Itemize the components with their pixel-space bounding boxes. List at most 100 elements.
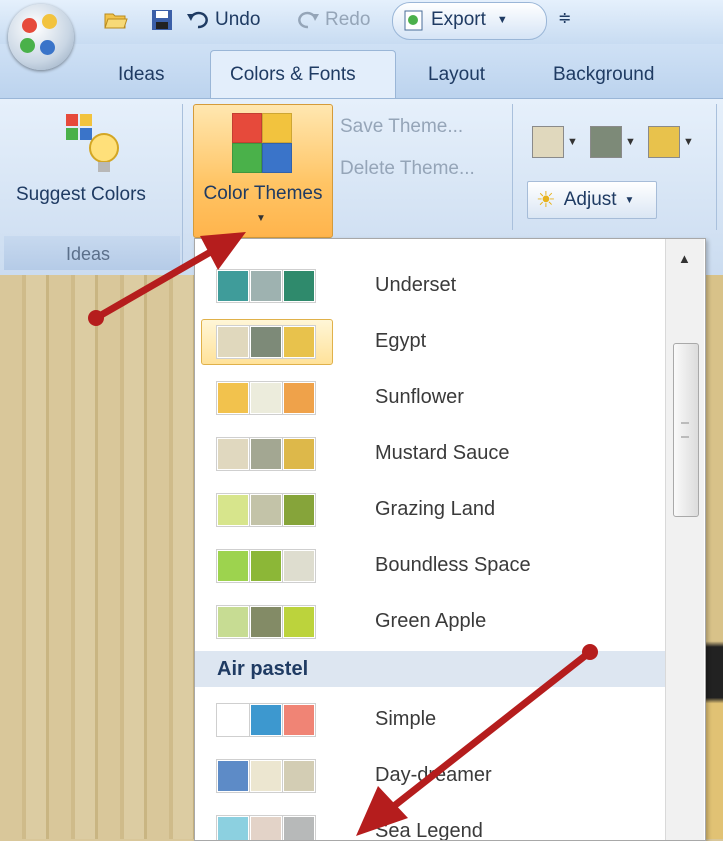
canvas-edge [704,274,723,839]
swatch-2 [249,549,283,583]
palette-dot-red-icon [22,18,37,33]
swatch-1 [216,549,250,583]
color-2-swatch [590,126,622,158]
theme-swatches [216,269,316,303]
color-3-swatch [648,126,680,158]
export-document-icon [404,10,423,31]
ideas-group-label: Ideas [66,244,111,264]
color-themes-button[interactable]: Color Themes ▼ [193,104,333,238]
export-button[interactable]: Export ▼ [402,6,508,34]
theme-name: Underset [375,274,457,296]
swatch-1 [216,605,250,639]
adjust-label: Adjust [563,189,617,210]
swatch-3 [282,605,316,639]
undo-button[interactable]: Undo [186,6,260,34]
swatch-3 [282,759,316,793]
scroll-thumb[interactable] [673,343,699,517]
suggest-colors-button[interactable]: Suggest Colors [10,104,174,232]
theme-swatches [216,759,316,793]
theme-swatches [216,493,316,527]
theme-row-grazing-land[interactable]: Grazing Land [195,481,663,537]
theme-row-green-apple[interactable]: Green Apple [195,593,663,649]
theme-swatch-green-icon [232,143,262,173]
swatch-1 [216,381,250,415]
chevron-down-icon: ▼ [624,194,635,206]
export-label: Export [431,9,486,30]
swatch-3 [282,437,316,471]
group-divider [716,104,717,230]
theme-name: Sunflower [375,386,464,408]
swatch-2 [249,269,283,303]
sun-icon: ☀ [536,187,556,212]
color-1-picker[interactable]: ▼ [532,124,578,160]
theme-name: Boundless Space [375,554,531,576]
folder-open-icon [104,13,128,29]
swatch-3 [282,325,316,359]
undo-icon [187,11,208,29]
theme-swatch-blue-icon [262,143,292,173]
swatch-2 [249,703,283,737]
swatch-2 [249,325,283,359]
save-theme-menu-item[interactable]: Save Theme... [340,116,463,138]
tab-background[interactable]: Background [553,64,654,86]
swatch-2 [249,759,283,793]
theme-row-sunflower[interactable]: Sunflower [195,369,663,425]
grip-icon [681,422,689,438]
wood-background [0,274,194,839]
customize-toolbar-icon[interactable]: ≑ [558,8,571,28]
redo-button[interactable]: Redo [296,6,370,34]
theme-row-boundless-space[interactable]: Boundless Space [195,537,663,593]
swatch-1 [216,815,250,840]
lightbulb-palette-icon [66,114,119,172]
swatch-2 [249,493,283,527]
theme-name: Simple [375,708,437,730]
swatch-2 [249,815,283,840]
delete-theme-menu-item[interactable]: Delete Theme... [340,158,475,180]
adjust-button[interactable]: ☀ Adjust ▼ [527,181,657,219]
tab-layout[interactable]: Layout [428,64,485,86]
theme-name: Sea Legend [375,820,483,841]
tab-ideas[interactable]: Ideas [118,64,164,86]
chevron-down-icon: ▼ [256,213,266,224]
theme-row-mustard-sauce[interactable]: Mustard Sauce [195,425,663,481]
save-button[interactable] [150,6,174,34]
theme-row-sea-legend[interactable]: Sea Legend [195,803,663,841]
swatch-2 [249,437,283,471]
color-themes-gallery: Underset Egypt Sunflower Mustard Sauce Grazi… [194,238,706,841]
palette-dot-yellow-icon [42,14,57,29]
swatch-1 [216,759,250,793]
theme-row-day-dreamer[interactable]: Day-dreamer [195,747,663,803]
swatch-1 [216,703,250,737]
theme-row-underset[interactable]: Underset [195,257,663,313]
scroll-up-arrow-icon[interactable]: ▲ [678,251,691,266]
undo-label: Undo [215,9,261,30]
chevron-down-icon: ▼ [683,136,694,148]
floppy-disk-icon [152,10,172,30]
gallery-scrollbar[interactable]: ▲ [665,239,704,840]
open-button[interactable] [104,6,128,34]
theme-swatches [216,605,316,639]
swatch-3 [282,815,316,840]
theme-name: Day-dreamer [375,764,492,786]
redo-label: Redo [325,9,371,30]
tab-colors-fonts[interactable]: Colors & Fonts [230,64,356,86]
theme-swatches [216,549,316,583]
theme-swatches [216,703,316,737]
swatch-1 [216,493,250,527]
category-header-air-pastel: Air pastel [195,651,665,687]
swatch-3 [282,703,316,737]
swatch-3 [282,381,316,415]
theme-name: Grazing Land [375,498,496,520]
color-2-picker[interactable]: ▼ [590,124,636,160]
theme-row-simple[interactable]: Simple [195,691,663,747]
theme-row-egypt[interactable]: Egypt [195,313,663,369]
theme-swatch-red-icon [232,113,262,143]
redo-icon [298,11,319,29]
theme-swatches [216,381,316,415]
group-divider [182,104,183,268]
app-menu-button[interactable] [8,4,74,70]
theme-name: Green Apple [375,610,487,632]
swatch-2 [249,381,283,415]
color-3-picker[interactable]: ▼ [648,124,694,160]
color-themes-label: Color Themes [203,183,323,204]
